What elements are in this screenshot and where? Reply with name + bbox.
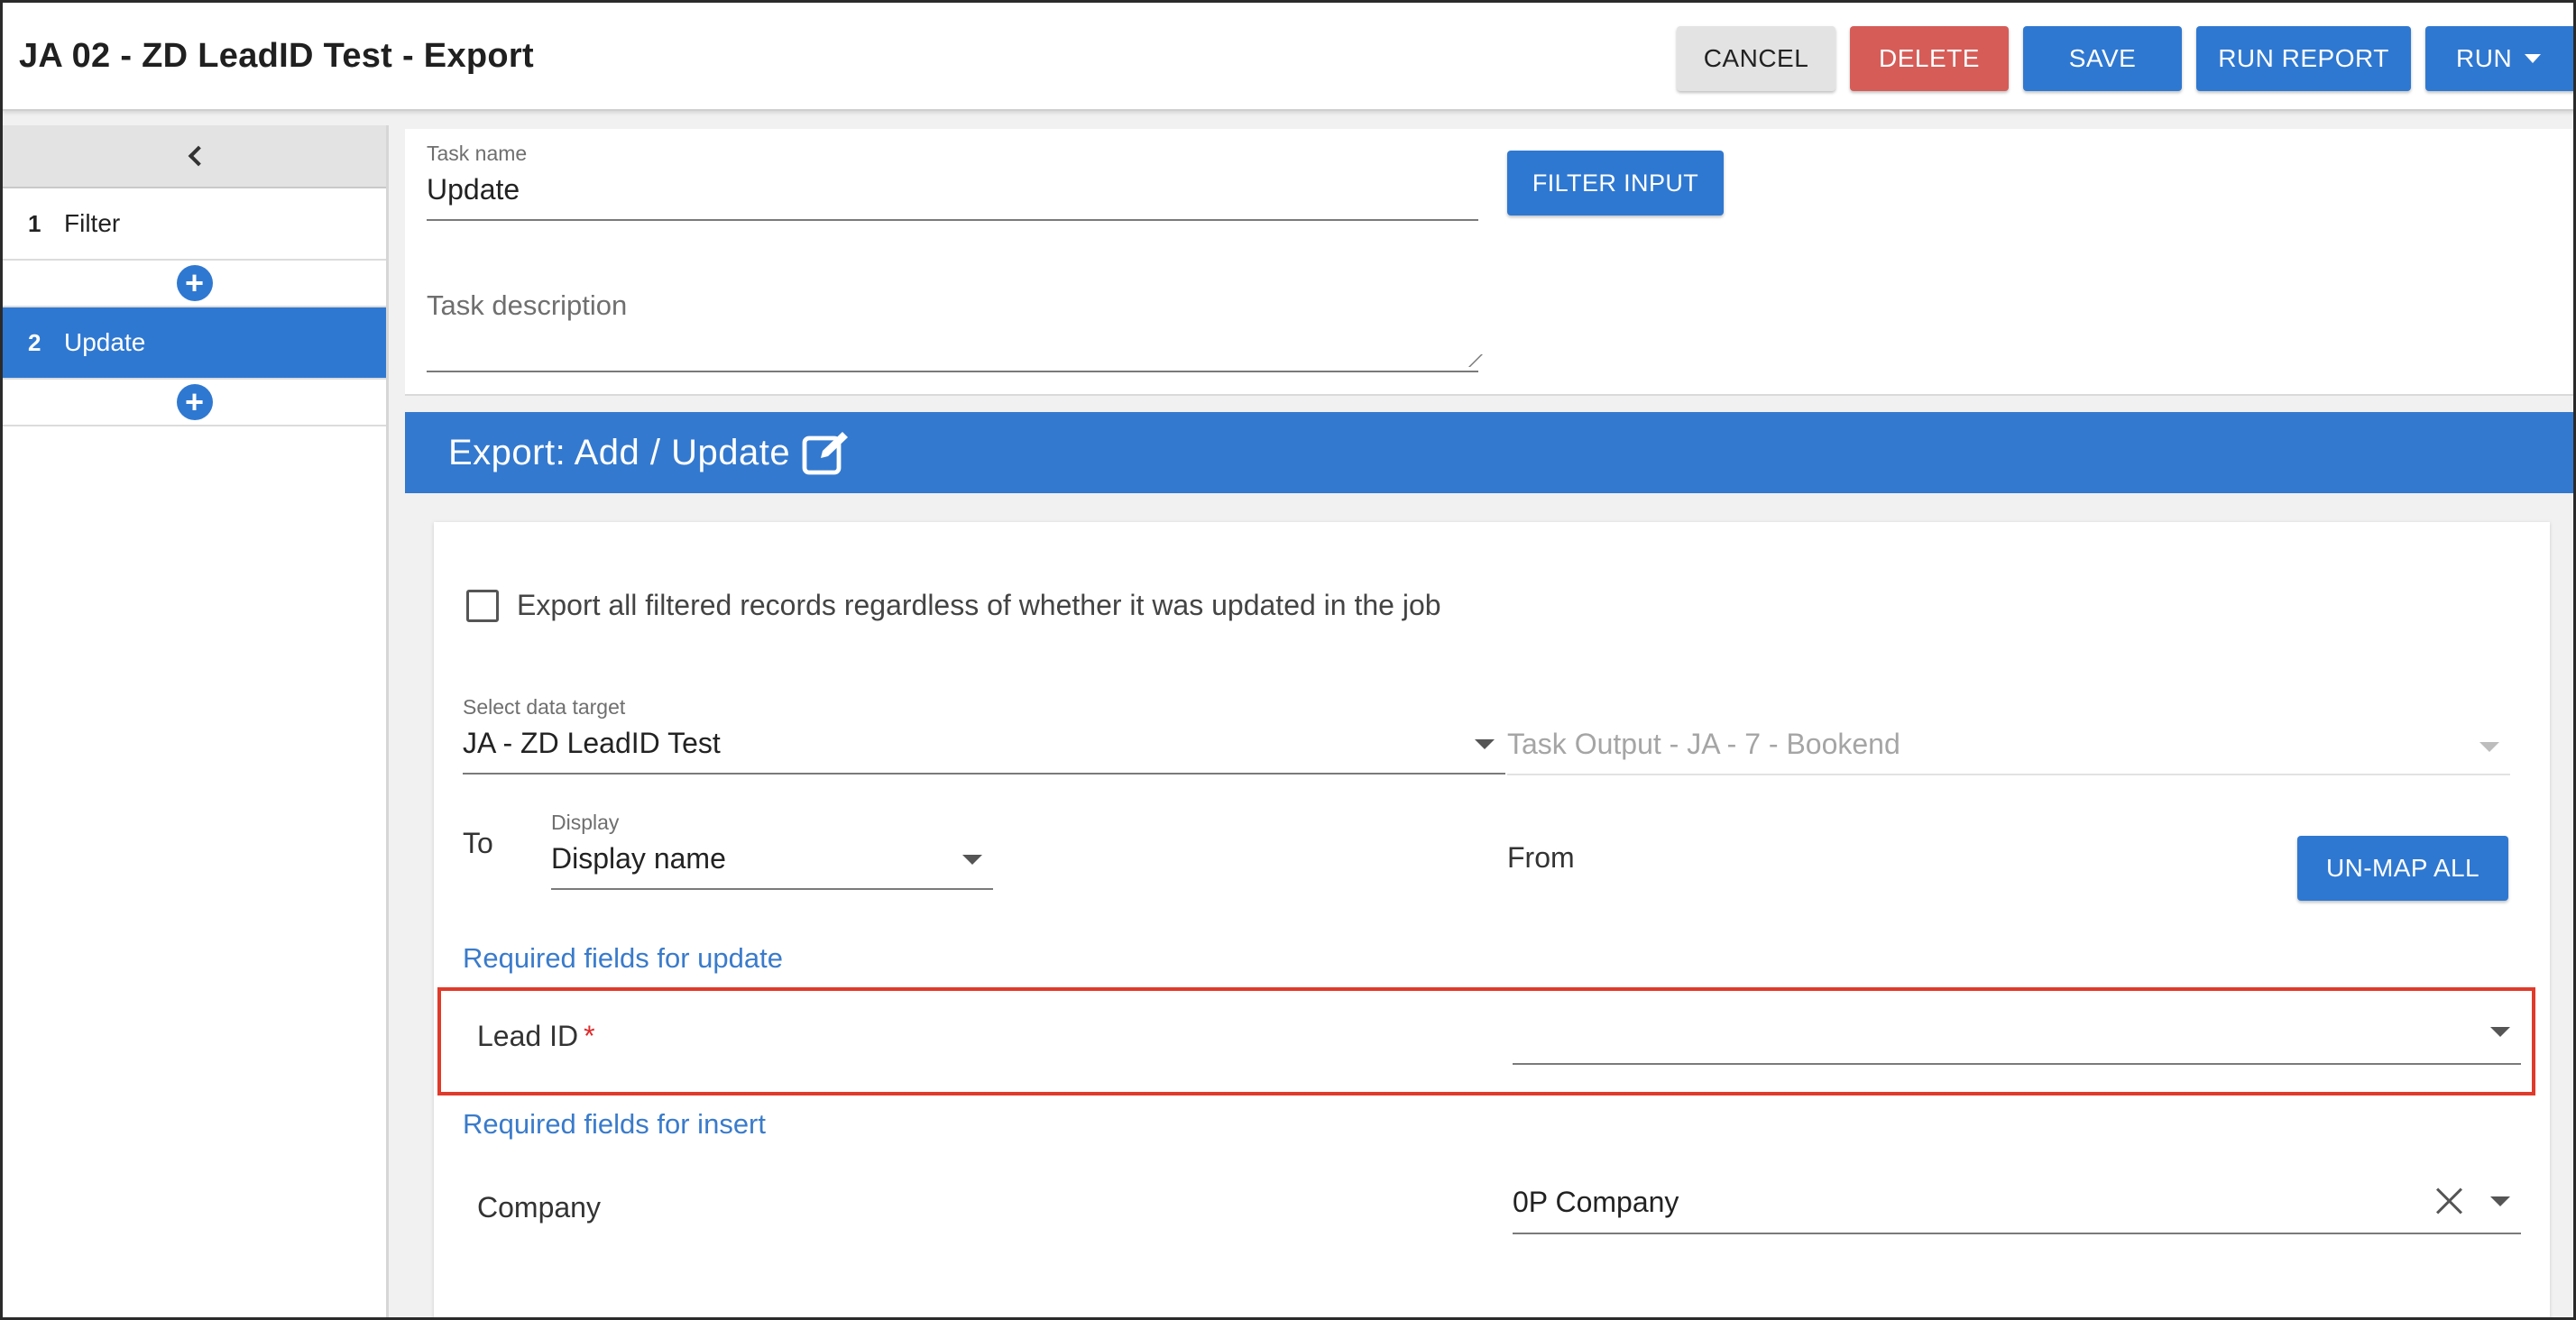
dropdown-arrow-icon bbox=[2479, 742, 2499, 752]
required-asterisk: * bbox=[584, 1020, 595, 1052]
mapping-field-name: Lead ID bbox=[477, 1020, 579, 1052]
dropdown-arrow-icon bbox=[2490, 1027, 2510, 1037]
step-label: Filter bbox=[64, 209, 121, 237]
display-label: Display bbox=[551, 811, 620, 834]
export-settings-card: Export all filtered records regardless o… bbox=[434, 522, 2550, 1317]
add-step-icon[interactable]: + bbox=[176, 265, 213, 301]
mapping-field-name: Company bbox=[477, 1191, 601, 1224]
add-step-icon[interactable]: + bbox=[176, 384, 213, 420]
task-description-field[interactable]: Task description bbox=[427, 289, 1483, 372]
step-item-update[interactable]: 2 Update bbox=[3, 307, 386, 380]
task-details-panel: Task name Update FILTER INPUT Task descr… bbox=[405, 129, 2573, 396]
steps-sidebar: 1 Filter + 2 Update + bbox=[3, 125, 389, 1317]
display-select[interactable]: Display Display name bbox=[551, 811, 993, 890]
task-name-input[interactable]: Update bbox=[427, 166, 1478, 221]
run-report-button[interactable]: RUN REPORT bbox=[2196, 26, 2411, 91]
header-bar: JA 02 - ZD LeadID Test - Export CANCEL D… bbox=[3, 3, 2573, 111]
dropdown-arrow-icon bbox=[1475, 739, 1495, 749]
lead-id-source-select[interactable] bbox=[1513, 1002, 2521, 1065]
export-all-row: Export all filtered records regardless o… bbox=[466, 589, 1441, 622]
field-label-company: Company bbox=[477, 1191, 601, 1224]
unmap-all-button[interactable]: UN-MAP ALL bbox=[2297, 836, 2508, 901]
required-insert-heading: Required fields for insert bbox=[463, 1108, 766, 1140]
caret-down-icon bbox=[2525, 54, 2542, 63]
task-name-field[interactable]: Task name Update bbox=[427, 142, 1478, 221]
chevron-left-icon bbox=[188, 145, 208, 167]
step-item-filter[interactable]: 1 Filter bbox=[3, 188, 386, 261]
required-update-heading: Required fields for update bbox=[463, 942, 784, 974]
clear-icon[interactable] bbox=[2434, 1186, 2465, 1216]
section-title: Export: Add / Update bbox=[448, 432, 791, 472]
step-number: 2 bbox=[28, 328, 41, 356]
dropdown-arrow-icon bbox=[2490, 1196, 2510, 1206]
step-number: 1 bbox=[28, 209, 41, 237]
step-label: Update bbox=[64, 328, 146, 356]
company-source-select[interactable]: 0P Company bbox=[1513, 1171, 2521, 1234]
task-output-select: Task Output - JA - 7 - Bookend bbox=[1507, 722, 2510, 775]
edit-icon[interactable] bbox=[801, 429, 851, 476]
run-button[interactable]: RUN bbox=[2425, 26, 2573, 91]
collapse-sidebar-button[interactable] bbox=[3, 125, 386, 188]
delete-button[interactable]: DELETE bbox=[1850, 26, 2009, 91]
data-target-select[interactable]: Select data target JA - ZD LeadID Test bbox=[463, 695, 1505, 775]
data-target-value: JA - ZD LeadID Test bbox=[463, 727, 721, 759]
task-description-placeholder: Task description bbox=[427, 289, 628, 321]
save-button[interactable]: SAVE bbox=[2023, 26, 2182, 91]
to-label: To bbox=[463, 827, 493, 859]
export-section-header: Export: Add / Update bbox=[405, 412, 2573, 493]
resize-grip-icon[interactable] bbox=[1458, 354, 1483, 367]
mapping-value: 0P Company bbox=[1513, 1186, 1679, 1218]
page-title: JA 02 - ZD LeadID Test - Export bbox=[19, 37, 534, 75]
add-step-row: + bbox=[3, 261, 386, 307]
export-all-checkbox[interactable] bbox=[466, 589, 499, 622]
task-name-label: Task name bbox=[427, 142, 528, 165]
from-label: From bbox=[1507, 841, 1575, 874]
data-target-label: Select data target bbox=[463, 695, 626, 719]
add-step-row: + bbox=[3, 380, 386, 426]
task-output-value: Task Output - JA - 7 - Bookend bbox=[1507, 728, 1900, 760]
export-all-label: Export all filtered records regardless o… bbox=[517, 589, 1441, 621]
dropdown-arrow-icon bbox=[962, 855, 982, 865]
app-window: JA 02 - ZD LeadID Test - Export CANCEL D… bbox=[0, 0, 2576, 1320]
field-label-lead-id: Lead ID * bbox=[477, 1020, 595, 1053]
filter-input-button[interactable]: FILTER INPUT bbox=[1507, 151, 1724, 215]
display-value: Display name bbox=[551, 842, 726, 875]
cancel-button[interactable]: CANCEL bbox=[1677, 26, 1835, 91]
run-button-label: RUN bbox=[2456, 44, 2513, 72]
